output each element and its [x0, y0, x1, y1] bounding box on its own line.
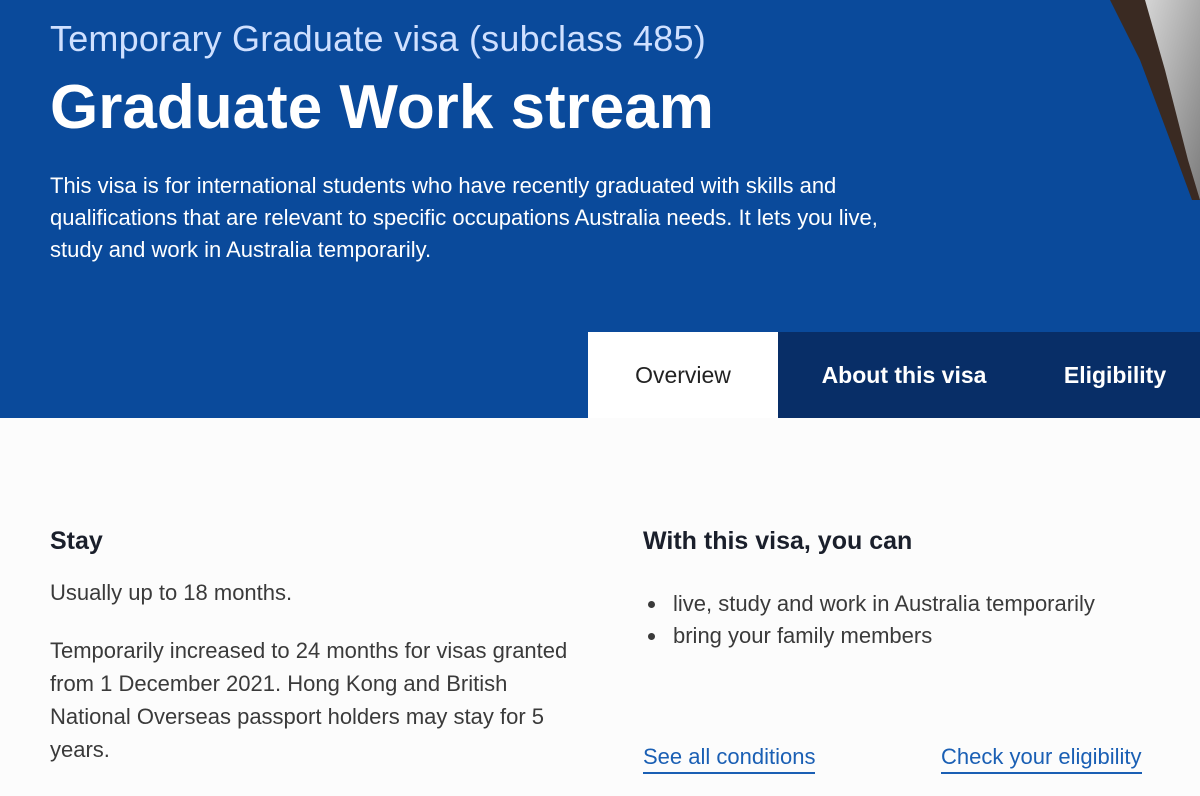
stay-heading: Stay: [50, 527, 103, 555]
visa-subclass-subtitle: Temporary Graduate visa (subclass 485): [50, 18, 706, 59]
stay-extension-text: Temporarily increased to 24 months for v…: [50, 638, 568, 762]
tab-bar: Overview About this visa Eligibility: [588, 332, 1200, 418]
hero-banner: Temporary Graduate visa (subclass 485) G…: [0, 0, 1200, 418]
tab-about-this-visa[interactable]: About this visa: [778, 332, 1030, 418]
check-eligibility-link[interactable]: Check your eligibility: [941, 744, 1142, 774]
see-all-conditions-link[interactable]: See all conditions: [643, 744, 816, 774]
hero-photo-image: [1110, 0, 1200, 200]
list-item: bring your family members: [643, 620, 1095, 652]
tab-eligibility[interactable]: Eligibility: [1030, 332, 1200, 418]
tab-label: Eligibility: [1063, 361, 1167, 388]
list-item: live, study and work in Australia tempor…: [643, 588, 1095, 620]
visa-benefits-list: live, study and work in Australia tempor…: [643, 588, 1095, 652]
tab-overview[interactable]: Overview: [588, 332, 778, 418]
visa-benefits-heading: With this visa, you can: [643, 527, 913, 555]
intro-paragraph: This visa is for international students …: [50, 173, 878, 262]
tab-label: Overview: [635, 361, 731, 388]
tab-label: About this visa: [821, 361, 987, 388]
page-title: Graduate Work stream: [50, 73, 714, 142]
stay-duration-text: Usually up to 18 months.: [50, 580, 293, 605]
